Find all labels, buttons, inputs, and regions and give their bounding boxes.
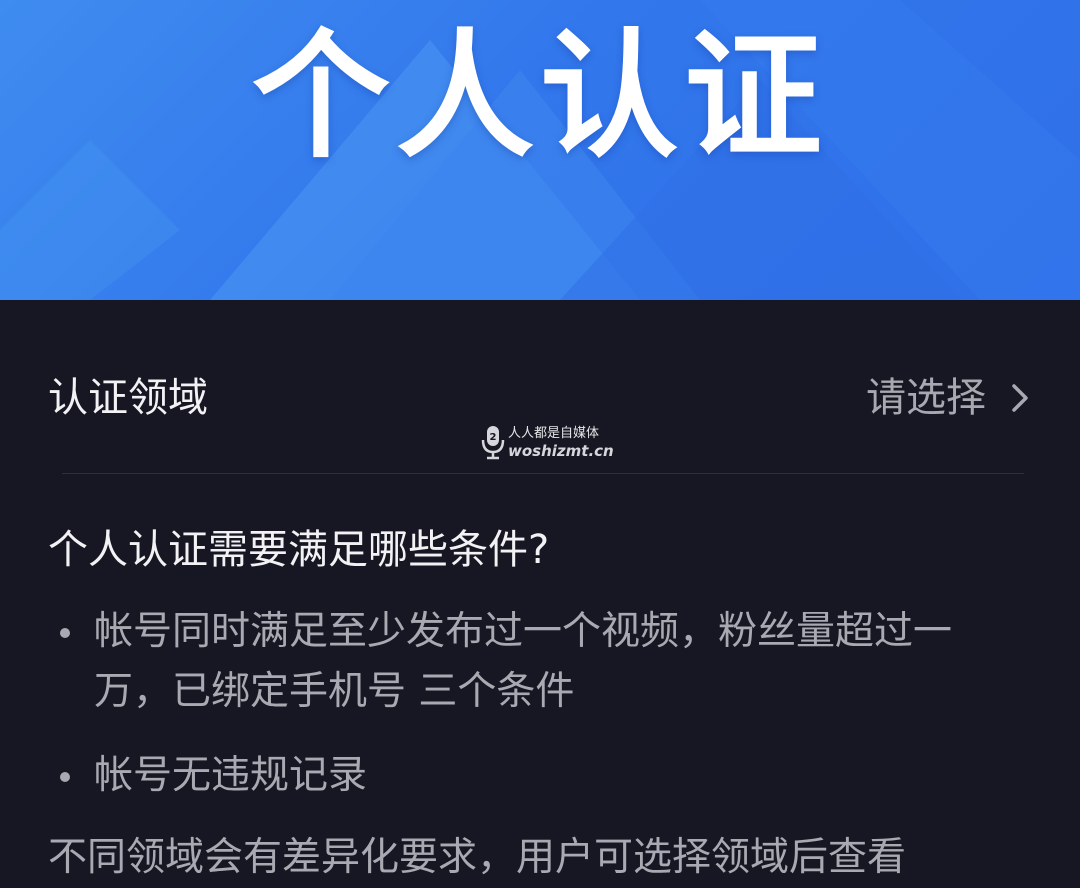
list-item-text: 帐号同时满足至少发布过一个视频，粉丝量超过一万，已绑定手机号 三个条件 <box>94 609 953 714</box>
certification-field-label: 认证领域 <box>48 375 208 421</box>
svg-text:2: 2 <box>490 432 497 443</box>
bullet-dot <box>60 628 70 638</box>
watermark-url: woshizmt.cn <box>508 442 614 460</box>
certification-field-selector[interactable]: 认证领域 请选择 <box>48 368 1038 428</box>
certification-field-value[interactable]: 请选择 <box>866 368 986 428</box>
bullet-dot <box>60 772 70 782</box>
certification-content: 认证领域 请选择 2 人人都是自媒体 woshizmt.cn 个人认证需要满足哪… <box>0 300 1080 883</box>
divider <box>62 473 1024 474</box>
chevron-right-icon[interactable] <box>1002 380 1038 416</box>
header-banner: 个人认证 <box>0 0 1080 300</box>
requirements-note: 不同领域会有差异化要求，用户可选择领域后查看 <box>48 835 907 880</box>
list-item: 帐号同时满足至少发布过一个视频，粉丝量超过一万，已绑定手机号 三个条件 <box>60 602 1020 726</box>
list-item: 帐号无违规记录 <box>60 746 1020 806</box>
microphone-logo-icon: 2 <box>481 426 505 460</box>
page-title: 个人认证 <box>251 16 828 177</box>
watermark: 2 人人都是自媒体 woshizmt.cn <box>480 422 620 462</box>
list-item-text: 帐号无违规记录 <box>94 753 368 798</box>
watermark-text: 人人都是自媒体 <box>508 426 600 441</box>
requirements-heading: 个人认证需要满足哪些条件? <box>48 527 550 573</box>
